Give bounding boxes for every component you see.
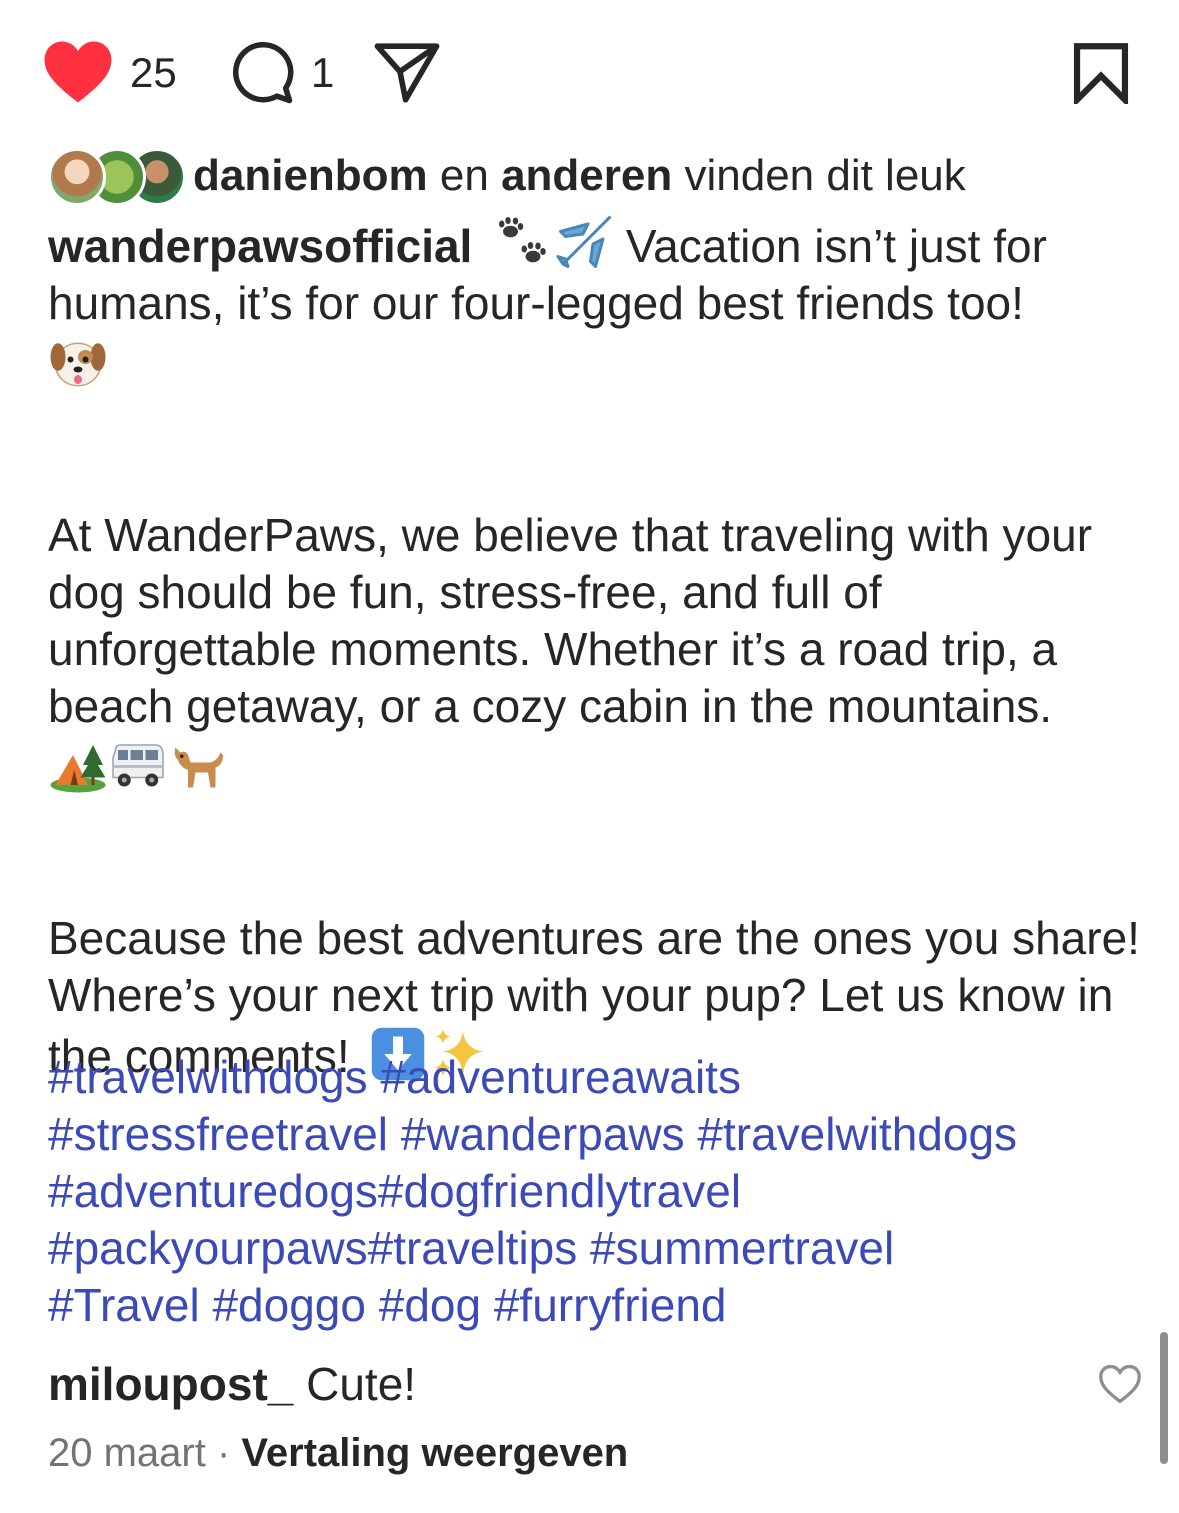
like-count[interactable]: 25	[130, 52, 177, 94]
comment-username[interactable]: miloupost_	[48, 1358, 293, 1410]
hashtag-line[interactable]: #stressfreetravel #wanderpaws #travelwit…	[48, 1106, 1148, 1163]
paws-icon	[499, 217, 546, 263]
likes-suffix: vinden dit leuk	[672, 151, 966, 200]
hashtag-line[interactable]: #Travel #doggo #dog #furryfriend	[48, 1277, 1148, 1334]
post-action-bar: 25 1	[0, 30, 1179, 120]
caption-intro: wanderpawsofficial Vacation isn’t just f…	[48, 214, 1148, 393]
author-username[interactable]: wanderpawsofficial	[48, 220, 472, 272]
liked-by-line[interactable]: danienbom en anderen vinden dit leuk	[48, 146, 966, 206]
liker-username[interactable]: danienbom	[193, 154, 428, 198]
comment-bubble-icon	[232, 41, 294, 104]
scrollbar[interactable]	[1160, 1332, 1168, 1464]
heart-filled-icon	[44, 41, 112, 103]
likes-others-link[interactable]: anderen	[501, 154, 672, 198]
dog-face-icon	[50, 342, 106, 387]
comment-like-heart-icon[interactable]	[1098, 1362, 1142, 1406]
caption-paragraph-2-text: At WanderPaws, we believe that traveling…	[48, 509, 1093, 732]
avatar	[48, 148, 106, 206]
camping-icon	[50, 745, 106, 793]
liker-avatars[interactable]	[48, 146, 186, 206]
comment-button[interactable]	[228, 40, 296, 106]
meta-separator: ·	[205, 1431, 242, 1475]
share-button[interactable]	[372, 42, 442, 104]
airplane-icon	[556, 215, 612, 268]
see-translation-link[interactable]: Vertaling weergeven	[241, 1431, 628, 1475]
dog-icon	[174, 747, 223, 788]
comment-date: 20 maart	[48, 1431, 206, 1475]
caption-paragraph-2: At WanderPaws, we believe that traveling…	[48, 507, 1148, 796]
like-count-text: 25	[130, 49, 177, 96]
comment: miloupost_ Cute!	[48, 1356, 416, 1413]
hashtags-block: #travelwithdogs #adventureawaits #stress…	[48, 1049, 1148, 1334]
like-button[interactable]	[42, 40, 114, 104]
comment-count-text: 1	[311, 49, 335, 96]
save-button[interactable]	[1072, 42, 1130, 104]
post-caption: wanderpawsofficial Vacation isn’t just f…	[48, 214, 1148, 1085]
likes-conjunction: en	[427, 151, 502, 200]
hashtag-line[interactable]: #adventuredogs#dogfriendlytravel	[48, 1163, 1148, 1220]
bookmark-icon	[1073, 43, 1129, 104]
comment-text: Cute!	[293, 1358, 417, 1410]
comment-meta: 20 maart · Vertaling weergeven	[48, 1428, 628, 1478]
hashtag-line[interactable]: #travelwithdogs #adventureawaits	[48, 1049, 1148, 1106]
comment-count[interactable]: 1	[311, 52, 334, 94]
hashtag-line[interactable]: #packyourpaws#traveltips #summertravel	[48, 1220, 1148, 1277]
paper-plane-icon	[374, 43, 440, 103]
minibus-icon	[112, 744, 164, 787]
